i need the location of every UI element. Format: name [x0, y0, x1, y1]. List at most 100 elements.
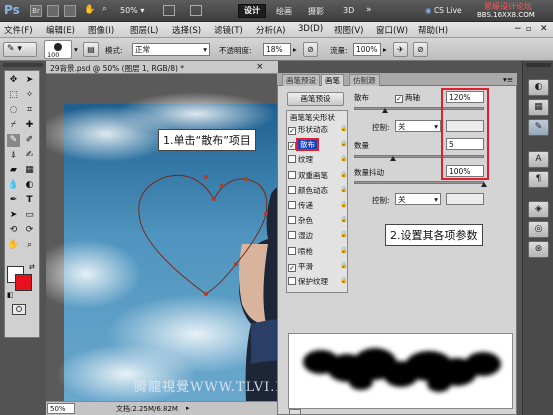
- lock-icon[interactable]: 🔒: [340, 201, 347, 208]
- menu-3d[interactable]: 3D(D): [298, 24, 323, 34]
- count-jitter-slider[interactable]: [354, 181, 484, 184]
- menu-image[interactable]: 图像(I): [88, 24, 114, 36]
- brush-option-item[interactable]: 湿边: [288, 230, 313, 241]
- dock-channels-icon[interactable]: ◎: [528, 221, 549, 238]
- dock-character-icon[interactable]: A: [528, 151, 549, 168]
- bridge-icon[interactable]: Br: [30, 5, 42, 17]
- brush-option-checkbox[interactable]: [288, 216, 296, 225]
- toggle-brush-panel-button[interactable]: ▤: [83, 42, 99, 57]
- dock-grip[interactable]: [526, 63, 551, 67]
- document-tab[interactable]: 29背景.psd @ 50% (图层 1, RGB/8) * ×: [46, 61, 278, 74]
- workspace-photo[interactable]: 摄影: [308, 6, 324, 17]
- workspace-design[interactable]: 设计: [238, 4, 266, 18]
- brush-tool-icon[interactable]: ✎: [7, 134, 20, 147]
- brush-option-item[interactable]: 喷枪: [288, 246, 313, 257]
- brush-option-checkbox[interactable]: ✓: [288, 263, 296, 272]
- scatter-control-select[interactable]: 关 ▾: [395, 120, 441, 132]
- minimize-icon[interactable]: −: [514, 24, 522, 34]
- tab-clone-source[interactable]: 仿制源: [349, 74, 380, 86]
- screen-mode-icon[interactable]: [190, 5, 202, 16]
- menu-filter[interactable]: 滤镜(T): [214, 24, 243, 36]
- 3d-orbit-icon[interactable]: ⟳: [23, 224, 36, 237]
- menu-file[interactable]: 文件(F): [4, 24, 33, 36]
- airbrush-button[interactable]: ✈: [393, 42, 408, 57]
- healing-tool-icon[interactable]: ✚: [23, 119, 36, 132]
- brush-option-checkbox[interactable]: ✓: [288, 142, 296, 151]
- lock-icon[interactable]: 🔒: [340, 155, 347, 162]
- history-brush-icon[interactable]: ✍: [23, 149, 36, 162]
- arrange-icon[interactable]: [163, 5, 175, 16]
- lock-icon[interactable]: 🔒: [340, 216, 347, 223]
- brush-option-item[interactable]: ✓ 平滑: [288, 261, 313, 272]
- minibridge-icon[interactable]: [47, 5, 59, 17]
- blur-tool-icon[interactable]: 💧: [7, 179, 20, 192]
- lasso-tool-icon[interactable]: ◌: [7, 104, 20, 117]
- brush-presets-button[interactable]: 画笔预设: [287, 92, 344, 106]
- 3d-rotate-icon[interactable]: ⟲: [7, 224, 20, 237]
- lock-icon[interactable]: 🔒: [340, 277, 347, 284]
- dock-brush-icon[interactable]: ✎: [528, 119, 549, 136]
- dock-color-icon[interactable]: ◐: [528, 79, 549, 96]
- flow-field[interactable]: 100%: [353, 43, 381, 56]
- lock-icon[interactable]: 🔒: [340, 262, 347, 269]
- brush-preset-picker[interactable]: 100: [44, 40, 72, 59]
- hand-icon[interactable]: ✋: [84, 5, 95, 15]
- swap-colors-icon[interactable]: ⇄: [29, 263, 35, 271]
- tool-preset-picker[interactable]: ✎ ▾: [3, 42, 37, 57]
- count-jitter-slider-knob[interactable]: [481, 182, 487, 187]
- pressure-size-button[interactable]: ⊘: [413, 42, 428, 57]
- tab-brush[interactable]: 画笔: [321, 74, 344, 86]
- brush-option-checkbox[interactable]: [288, 246, 296, 255]
- menu-layer[interactable]: 图层(L): [130, 24, 158, 36]
- tab-brush-presets[interactable]: 画笔预设: [282, 74, 320, 86]
- lock-icon[interactable]: 🔒: [340, 140, 347, 147]
- lock-icon[interactable]: 🔒: [340, 231, 347, 238]
- restore-icon[interactable]: ▫: [526, 24, 531, 33]
- both-axes-checkbox[interactable]: ✓ 两轴: [395, 92, 420, 103]
- brush-option-item[interactable]: 保护纹理: [288, 276, 328, 287]
- lock-icon[interactable]: 🔒: [340, 125, 347, 132]
- path-select-icon[interactable]: ➤: [7, 209, 20, 222]
- eyedropper-tool-icon[interactable]: ⌿: [7, 119, 20, 132]
- pen-tool-icon[interactable]: ✒: [7, 194, 20, 207]
- brush-option-checkbox[interactable]: [288, 231, 296, 240]
- menu-window[interactable]: 窗口(W): [376, 24, 408, 36]
- menu-view[interactable]: 视图(V): [334, 24, 363, 36]
- lock-icon[interactable]: 🔒: [340, 171, 347, 178]
- brush-option-checkbox[interactable]: [288, 277, 296, 285]
- brush-tip-shape-item[interactable]: 画笔笔尖形状: [290, 112, 335, 123]
- workspace-3d[interactable]: 3D: [343, 6, 354, 15]
- close-icon[interactable]: ✕: [540, 24, 548, 34]
- menu-edit[interactable]: 编辑(E): [46, 24, 75, 36]
- clone-stamp-icon[interactable]: ⍋: [7, 149, 20, 162]
- quick-select-icon[interactable]: ✧: [23, 89, 36, 102]
- flow-arrow[interactable]: ▸: [383, 45, 387, 54]
- panel-menu-icon[interactable]: ▾≡: [503, 75, 513, 84]
- jitter-control-select[interactable]: 关 ▾: [395, 193, 441, 205]
- background-color-swatch[interactable]: [15, 274, 32, 291]
- scatter-slider-knob[interactable]: [382, 108, 389, 113]
- move-tool-icon[interactable]: ✥: [7, 74, 20, 87]
- workspace-paint[interactable]: 绘画: [276, 6, 292, 17]
- lock-icon[interactable]: 🔒: [340, 186, 347, 193]
- eraser-tool-icon[interactable]: ▰: [7, 164, 20, 177]
- type-tool-icon[interactable]: T: [23, 194, 36, 207]
- brush-option-item[interactable]: 传递: [288, 200, 313, 211]
- dock-paragraph-icon[interactable]: ¶: [528, 171, 549, 188]
- mode-select[interactable]: 正常 ▾: [132, 43, 210, 56]
- zoom-tool-icon[interactable]: ⌕: [102, 4, 107, 14]
- default-colors-icon[interactable]: ◧: [7, 291, 14, 299]
- dock-layers-icon[interactable]: ◈: [528, 201, 549, 218]
- brush-option-checkbox[interactable]: [288, 201, 296, 209]
- pressure-opacity-button[interactable]: ⊘: [303, 42, 318, 57]
- brush-option-item[interactable]: ✓ 散布: [288, 138, 319, 152]
- brush-option-item[interactable]: 纹理: [288, 154, 313, 165]
- move-arrow-icon[interactable]: ➤: [23, 74, 36, 87]
- status-arrow[interactable]: ▸: [186, 404, 190, 412]
- extras-icon[interactable]: [64, 5, 76, 17]
- opacity-field[interactable]: 18%: [263, 43, 291, 56]
- toolbox-grip[interactable]: [3, 63, 43, 67]
- brush-option-item[interactable]: ✓ 形状动态: [288, 124, 328, 135]
- brush-option-checkbox[interactable]: [288, 155, 296, 164]
- dodge-tool-icon[interactable]: ◐: [23, 179, 36, 192]
